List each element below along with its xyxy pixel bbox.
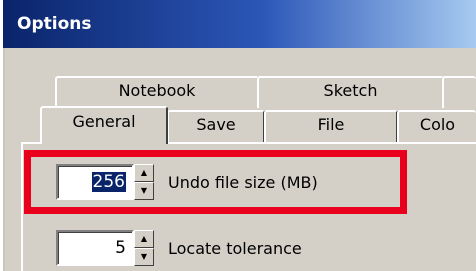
tab-label: Sketch <box>323 81 378 100</box>
title-bar[interactable]: Options <box>3 0 476 48</box>
spin-down-arrow-icon[interactable]: ▼ <box>134 248 154 266</box>
tab-hidden-next[interactable] <box>442 76 476 108</box>
tab-label: Save <box>196 115 236 134</box>
tab-panel-border-left <box>21 142 23 271</box>
locate-tolerance-value: 5 <box>115 238 126 258</box>
tab-label: File <box>317 115 345 134</box>
tab-general[interactable]: General <box>40 106 168 144</box>
locate-tolerance-row: 5 ▲ ▼ Locate tolerance <box>56 230 302 266</box>
locate-tolerance-input[interactable]: 5 <box>56 230 134 266</box>
tab-sketch[interactable]: Sketch <box>257 76 444 108</box>
window-title: Options <box>17 14 92 34</box>
tab-notebook[interactable]: Notebook <box>55 76 259 108</box>
tab-label: Colo <box>419 115 456 134</box>
tab-label: General <box>72 112 136 131</box>
locate-tolerance-label: Locate tolerance <box>168 238 302 258</box>
highlight-box <box>24 150 407 214</box>
spin-up-arrow-icon[interactable]: ▲ <box>134 230 154 248</box>
tab-label: Notebook <box>118 81 196 100</box>
tab-file[interactable]: File <box>264 110 398 142</box>
tab-save[interactable]: Save <box>167 110 265 142</box>
locate-tolerance-spinner[interactable]: ▲ ▼ <box>134 230 154 266</box>
tab-color[interactable]: Colo <box>397 110 476 142</box>
